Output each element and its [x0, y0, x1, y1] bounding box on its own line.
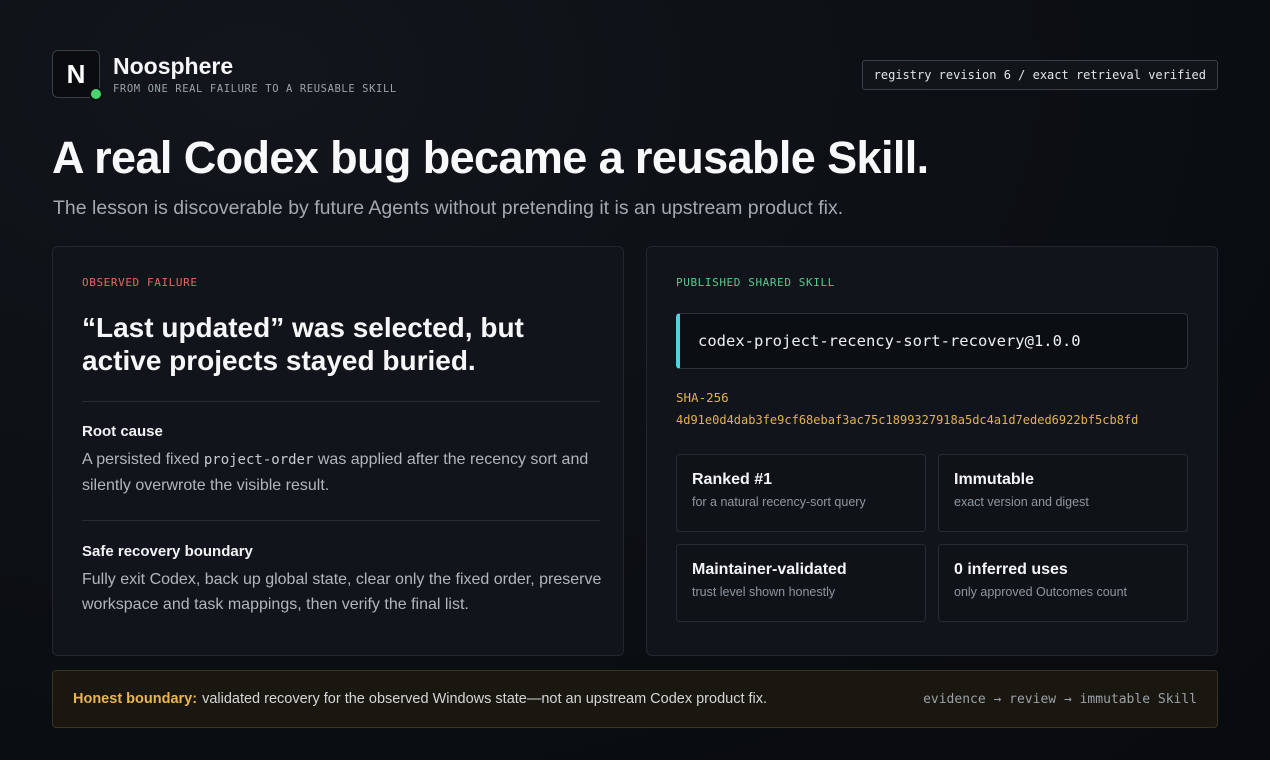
- sha-digest: 4d91e0d4dab3fe9cf68ebaf3ac75c1899327918a…: [676, 413, 1139, 427]
- card-title: Maintainer-validated: [692, 561, 847, 578]
- skill-identifier: codex-project-recency-sort-recovery@1.0.…: [676, 313, 1188, 369]
- card-subtitle: exact version and digest: [954, 495, 1089, 509]
- card-subtitle: trust level shown honestly: [692, 585, 836, 599]
- status-dot-icon: [89, 87, 103, 101]
- noosphere-logo: N: [52, 50, 103, 101]
- boundary-text: validated recovery for the observed Wind…: [202, 691, 768, 707]
- card-title: 0 inferred uses: [954, 561, 1068, 578]
- sha-label: SHA-256: [676, 390, 729, 405]
- root-cause-heading: Root cause: [82, 423, 163, 440]
- project-order-code: project-order: [203, 452, 314, 468]
- root-cause-text-before: A persisted fixed: [82, 451, 204, 468]
- card-subtitle: only approved Outcomes count: [954, 585, 1128, 599]
- logo-letter: N: [66, 58, 86, 89]
- registry-status-badge: registry revision 6 / exact retrieval ve…: [861, 60, 1218, 90]
- boundary-label: Honest boundary:: [73, 691, 198, 707]
- page-subtitle: The lesson is discoverable by future Age…: [53, 197, 844, 219]
- card-title: Ranked #1: [692, 471, 773, 488]
- failure-eyebrow: OBSERVED FAILURE: [82, 276, 198, 289]
- recovery-heading: Safe recovery boundary: [82, 543, 253, 560]
- stat-card-ranked: Ranked #1 for a natural recency-sort que…: [676, 454, 926, 532]
- stat-card-uses: 0 inferred uses only approved Outcomes c…: [938, 544, 1188, 622]
- recovery-body: Fully exit Codex, back up global state, …: [82, 571, 602, 613]
- divider: [82, 401, 600, 402]
- stat-card-validated: Maintainer-validated trust level shown h…: [676, 544, 926, 622]
- brand-tagline: FROM ONE REAL FAILURE TO A REUSABLE SKIL…: [113, 83, 397, 95]
- page-title: A real Codex bug became a reusable Skill…: [52, 132, 929, 183]
- root-cause-body: A persisted fixed project-order was appl…: [82, 447, 612, 498]
- stat-card-immutable: Immutable exact version and digest: [938, 454, 1188, 532]
- honest-boundary-banner: Honest boundary: validated recovery for …: [52, 670, 1218, 728]
- card-title: Immutable: [954, 471, 1035, 488]
- workflow-flow: evidence → review → immutable Skill: [923, 691, 1197, 707]
- divider: [82, 520, 600, 521]
- published-skill-panel: PUBLISHED SHARED SKILL codex-project-rec…: [646, 246, 1218, 656]
- app-header: N Noosphere FROM ONE REAL FAILURE TO A R…: [52, 50, 1218, 101]
- card-subtitle: for a natural recency-sort query: [692, 495, 866, 509]
- failure-title: “Last updated” was selected, but active …: [82, 312, 524, 376]
- brand-name: Noosphere: [113, 53, 234, 79]
- skill-eyebrow: PUBLISHED SHARED SKILL: [676, 276, 835, 289]
- observed-failure-panel: OBSERVED FAILURE “Last updated” was sele…: [52, 246, 624, 656]
